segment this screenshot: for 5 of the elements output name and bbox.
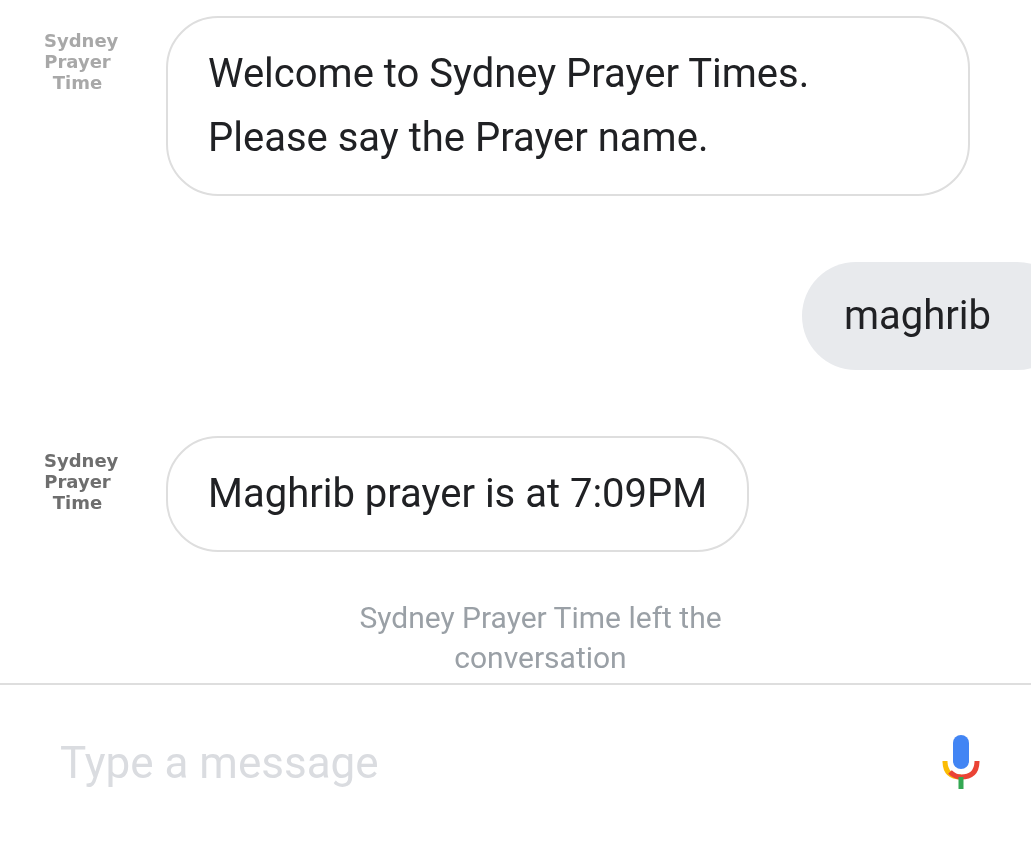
- bot-message-bubble: Welcome to Sydney Prayer Times. Please say the Prayer name.: [166, 16, 970, 196]
- user-message-bubble: maghrib: [801, 262, 1031, 370]
- bot-message-bubble: Maghrib prayer is at 7:09PM: [166, 436, 750, 552]
- microphone-icon[interactable]: [941, 734, 981, 791]
- system-notice: Sydney Prayer Time left the conversation: [358, 599, 723, 677]
